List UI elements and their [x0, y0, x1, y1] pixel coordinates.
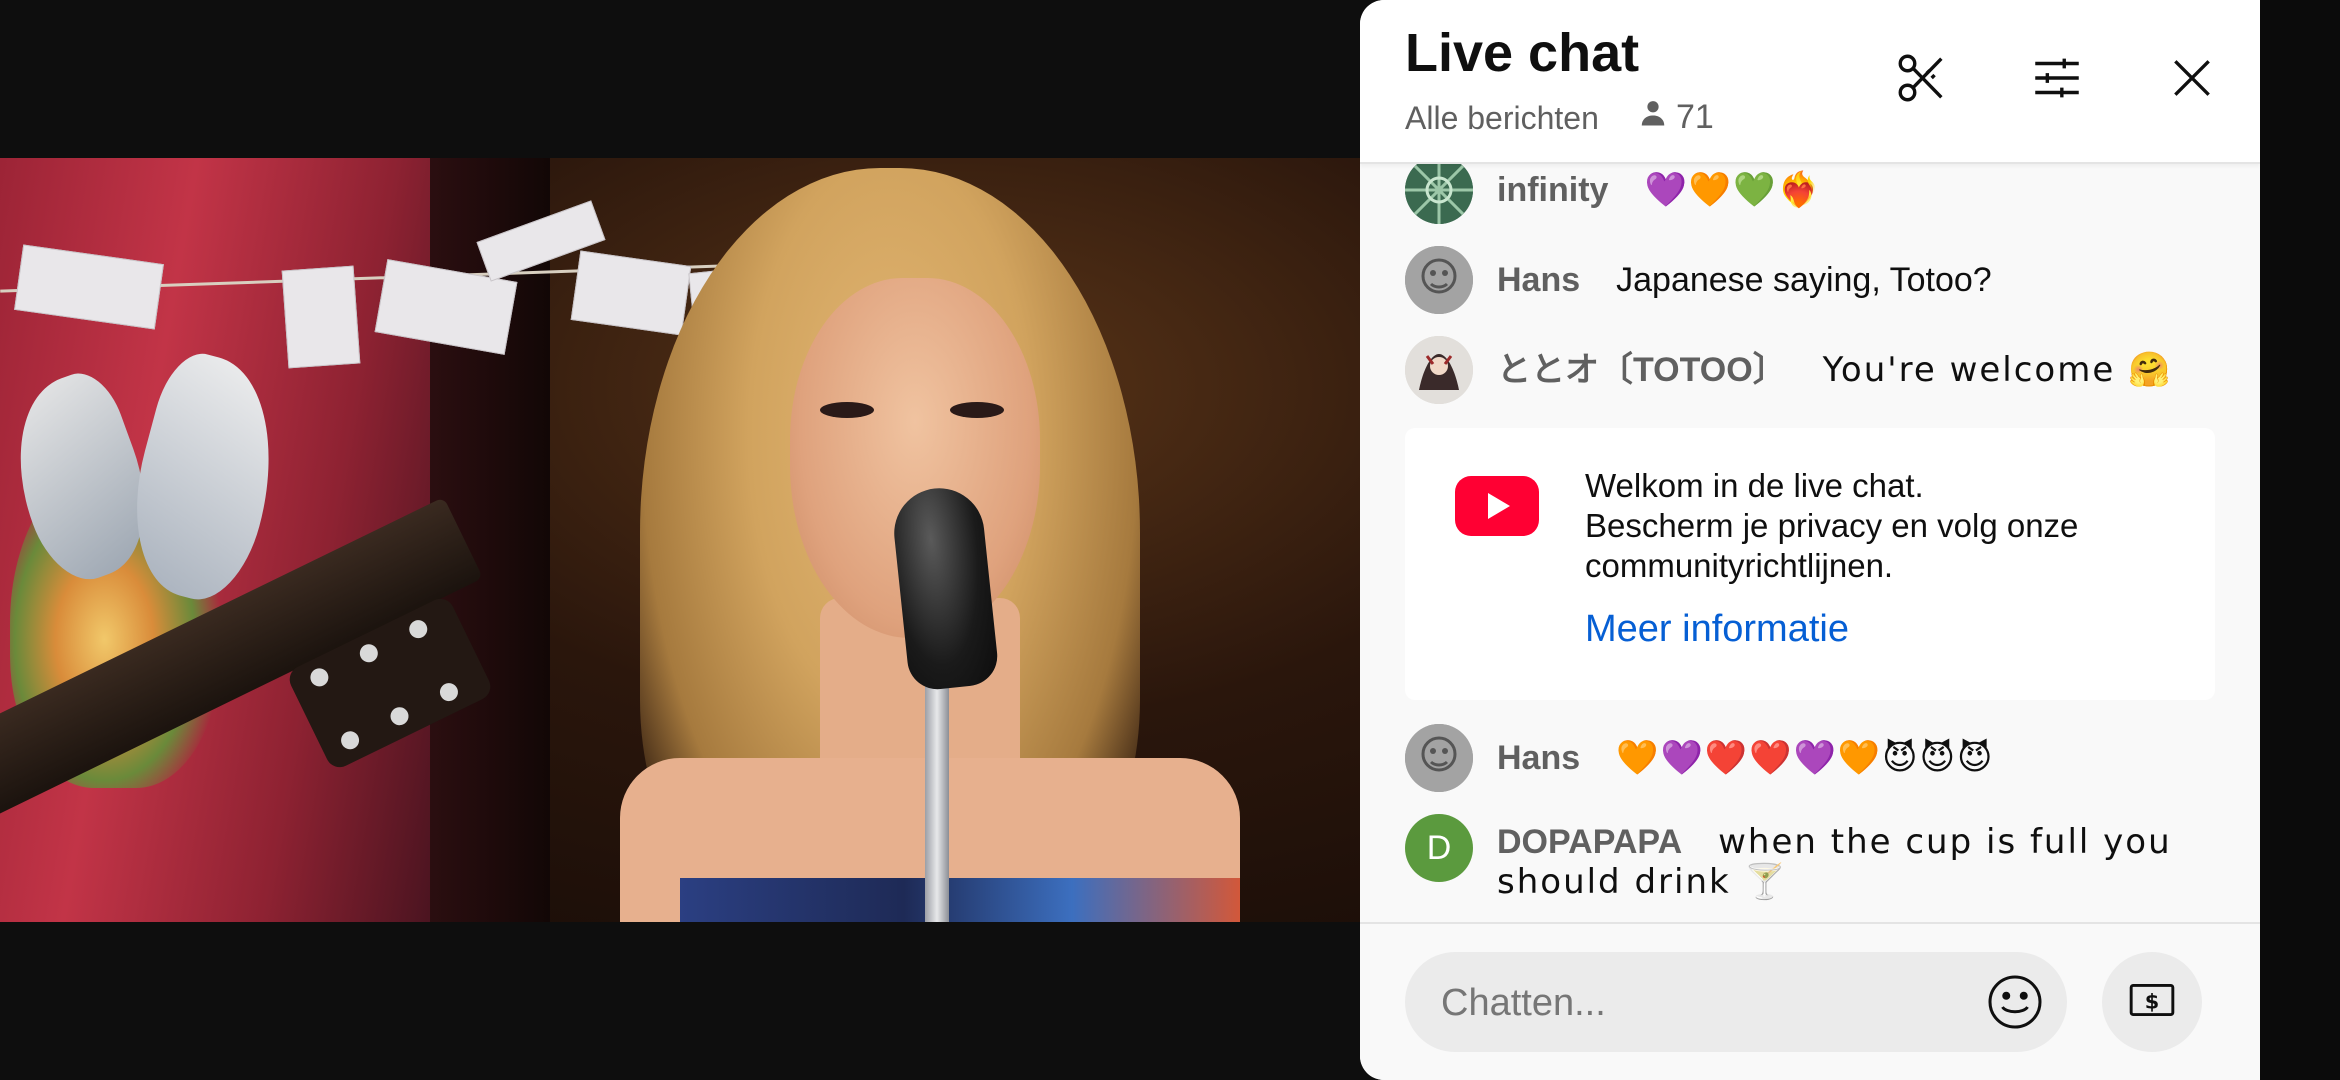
chat-header: Live chat Alle berichten 71 — [1360, 0, 2260, 164]
chat-message-list[interactable]: infinity 💜🧡💚❤️‍🔥 Hans Japanese saying, Tot… — [1360, 156, 2260, 922]
welcome-line-1: Welkom in de live chat. — [1585, 467, 1924, 504]
welcome-banner: Welkom in de live chat. Bescherm je priv… — [1405, 428, 2215, 700]
dollar-icon: $ — [2127, 975, 2177, 1030]
chat-input-container[interactable] — [1405, 952, 2067, 1052]
message-author[interactable]: Hans — [1497, 261, 1580, 299]
tuning-peg — [307, 665, 332, 690]
paper-note — [570, 250, 692, 336]
close-chat-button[interactable] — [2160, 48, 2224, 112]
avatar[interactable] — [1405, 336, 1473, 404]
microphone-stand — [925, 678, 949, 922]
chat-message: infinity 💜🧡💚❤️‍🔥 — [1405, 156, 1822, 224]
viewer-count-value: 71 — [1676, 98, 1714, 136]
svg-text:$: $ — [2145, 989, 2160, 1013]
eye — [950, 402, 1004, 418]
avatar[interactable] — [1405, 246, 1473, 314]
message-text: 🧡💜❤️❤️💜🧡😈😈😈 — [1616, 738, 1995, 778]
more-info-link[interactable]: Meer informatie — [1585, 608, 1849, 651]
close-icon — [2167, 53, 2217, 108]
message-text: 💜🧡💚❤️‍🔥 — [1644, 170, 1822, 210]
screen-edge — [2260, 0, 2340, 1080]
message-author[interactable]: DOPAPAPA — [1497, 823, 1682, 861]
tuning-peg — [436, 680, 461, 705]
chat-message: D DOPAPAPA when the cup is full you shoul… — [1405, 814, 2217, 902]
message-author[interactable]: Hans — [1497, 739, 1580, 777]
scissors-icon — [1893, 49, 1951, 112]
chat-filter-dropdown[interactable]: Alle berichten — [1405, 100, 1599, 137]
chat-message: ととオ〔TOTOO〕 You're welcome 🤗 — [1405, 336, 2172, 404]
welcome-message: Welkom in de live chat. Bescherm je priv… — [1585, 466, 2185, 586]
youtube-logo-icon — [1455, 476, 1539, 541]
avatar[interactable]: D — [1405, 814, 1473, 882]
person-icon — [1638, 98, 1668, 137]
message-text: Japanese saying, Totoo? — [1616, 261, 1992, 299]
super-chat-button[interactable]: $ — [2102, 952, 2202, 1052]
viewer-count: 71 — [1638, 98, 1714, 137]
tuning-peg — [387, 704, 412, 729]
singer-dress — [680, 878, 1240, 922]
emoji-button[interactable] — [1985, 972, 2045, 1032]
welcome-line-2: Bescherm je privacy en volg onze communi… — [1585, 507, 2079, 584]
chat-message: Hans 🧡💜❤️❤️💜🧡😈😈😈 — [1405, 724, 1994, 792]
chat-input-bar: $ — [1360, 922, 2260, 1080]
message-text: You're welcome 🤗 — [1822, 350, 2173, 390]
live-chat-panel: Live chat Alle berichten 71 infinity 💜🧡💚… — [1360, 0, 2260, 1080]
avatar[interactable] — [1405, 724, 1473, 792]
message-author[interactable]: ととオ〔TOTOO〕 — [1497, 351, 1787, 389]
video-player[interactable] — [0, 0, 1360, 1080]
chat-title: Live chat — [1405, 23, 1640, 83]
tuning-peg — [356, 641, 381, 666]
eye — [820, 402, 874, 418]
tuning-peg — [338, 728, 363, 753]
chat-settings-button[interactable] — [2025, 48, 2089, 112]
paper-note — [281, 265, 361, 369]
clip-button[interactable] — [1890, 48, 1954, 112]
chat-input[interactable] — [1439, 978, 1963, 1028]
sliders-icon — [2028, 49, 2086, 112]
video-frame[interactable] — [0, 158, 1360, 922]
message-author[interactable]: infinity — [1497, 171, 1608, 209]
chat-message: Hans Japanese saying, Totoo? — [1405, 246, 1992, 314]
smiley-icon — [1985, 975, 2045, 1036]
tuning-peg — [406, 617, 431, 642]
avatar[interactable] — [1405, 156, 1473, 224]
